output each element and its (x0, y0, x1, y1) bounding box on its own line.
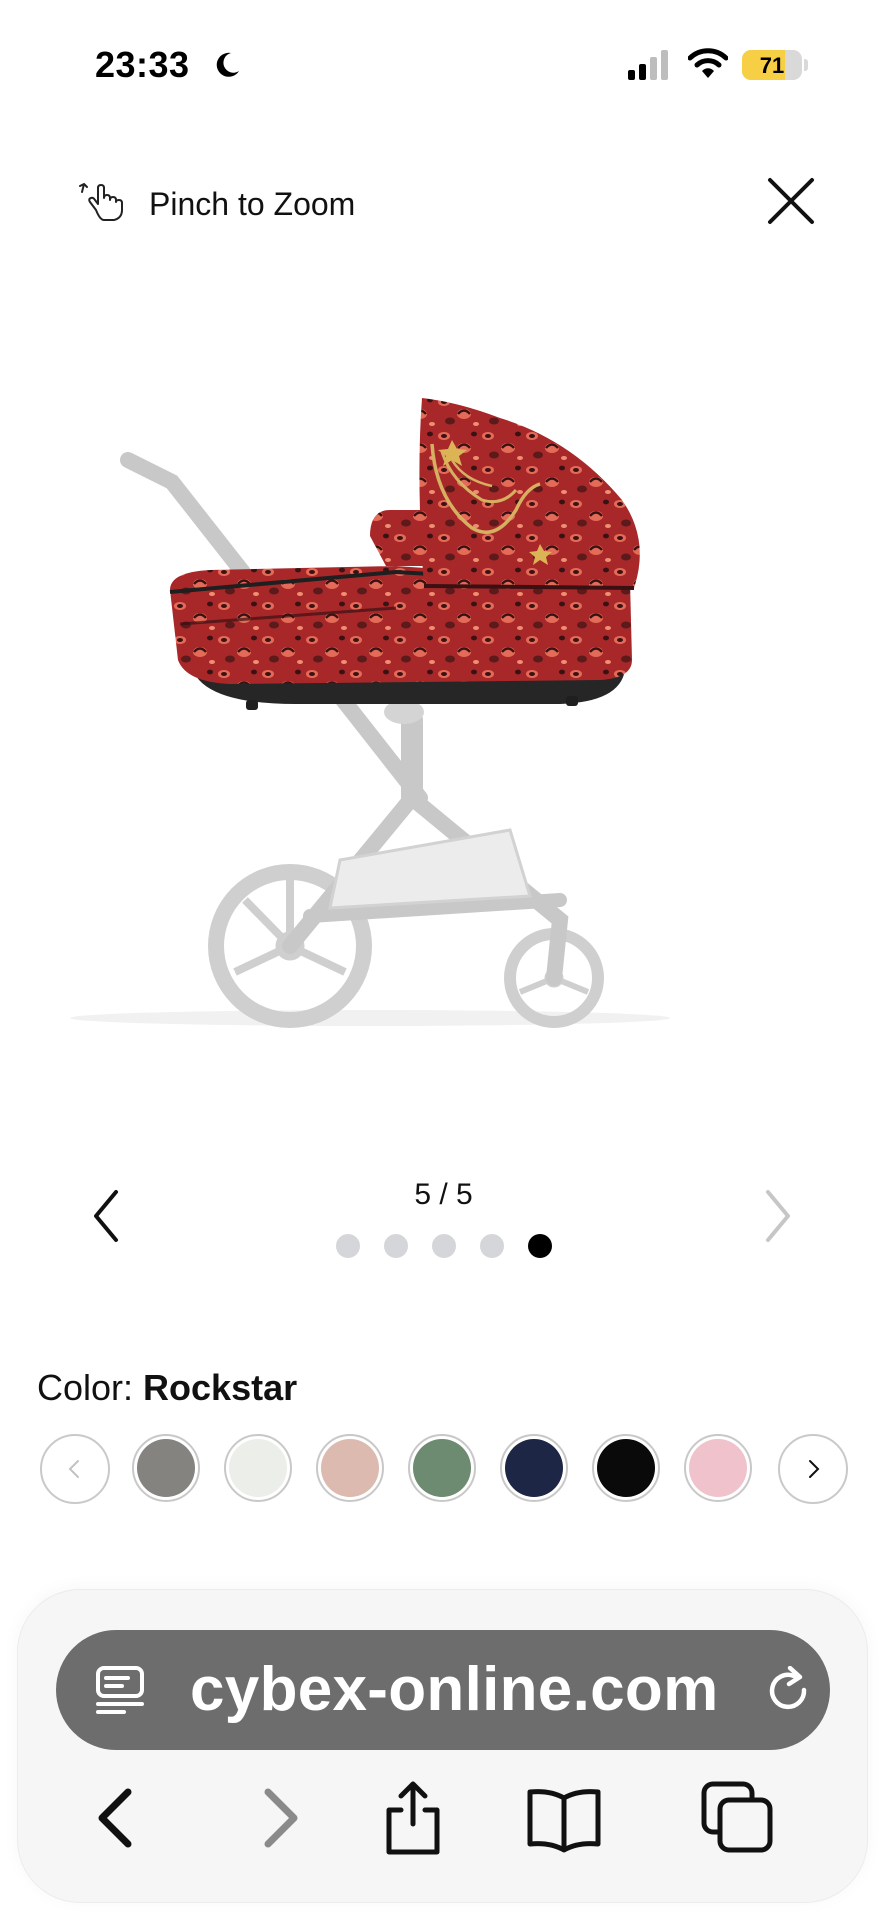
reader-mode-icon[interactable] (94, 1664, 146, 1716)
battery-indicator: 71 (742, 50, 802, 80)
selected-color-name: Rockstar (143, 1367, 298, 1408)
close-icon[interactable] (766, 176, 816, 226)
forward-icon[interactable] (240, 1778, 320, 1858)
swatch-fill (137, 1439, 195, 1497)
image-page-counter: 5 / 5 (414, 1178, 473, 1211)
share-icon[interactable] (373, 1778, 453, 1858)
color-swatch-pink-beige[interactable] (316, 1434, 384, 1502)
pinch-to-zoom-hint: Pinch to Zoom (149, 186, 356, 222)
pagination-dot[interactable] (479, 1234, 504, 1258)
back-icon[interactable] (76, 1778, 156, 1858)
chevron-right-icon (809, 1460, 820, 1478)
tabs-icon[interactable] (698, 1778, 778, 1858)
image-pagination-dots (0, 1234, 887, 1258)
reload-icon[interactable] (764, 1666, 814, 1716)
swatch-scroll-left-button[interactable] (40, 1434, 110, 1504)
color-selection-label: Color: Rockstar (37, 1367, 297, 1409)
swatch-scroll-right-button[interactable] (778, 1434, 848, 1504)
color-swatch-black-pattern[interactable] (592, 1434, 660, 1502)
moon-icon (216, 52, 239, 77)
browser-toolbar: cybex-online.com (18, 1590, 867, 1902)
url-text: cybex-online.com (190, 1655, 719, 1724)
product-image-stroller-carrycot[interactable] (40, 360, 730, 1040)
cellular-signal-icon (628, 50, 668, 80)
color-swatch-off-white[interactable] (224, 1434, 292, 1502)
color-swatch-navy[interactable] (500, 1434, 568, 1502)
color-swatch-grey[interactable] (132, 1434, 200, 1502)
swatch-fill (597, 1439, 655, 1497)
bookmarks-icon[interactable] (524, 1778, 604, 1858)
pagination-dot[interactable] (527, 1234, 552, 1258)
color-swatch-pink-floral[interactable] (684, 1434, 752, 1502)
swatch-fill (321, 1439, 379, 1497)
status-bar: 23:33 71 (0, 0, 887, 130)
swatch-fill (689, 1439, 747, 1497)
pinch-hand-icon (79, 183, 123, 221)
swatch-fill (229, 1439, 287, 1497)
color-swatch-green[interactable] (408, 1434, 476, 1502)
wifi-icon (688, 48, 728, 78)
color-swatch-carousel (40, 1434, 870, 1504)
swatch-fill (505, 1439, 563, 1497)
status-time: 23:33 (95, 44, 190, 85)
swatch-fill (413, 1439, 471, 1497)
pagination-dot[interactable] (335, 1234, 360, 1258)
next-image-chevron-right-icon[interactable] (758, 1188, 798, 1244)
battery-percent: 71 (759, 53, 785, 78)
battery-cap (804, 59, 808, 71)
address-bar[interactable]: cybex-online.com (56, 1630, 830, 1750)
pagination-dot[interactable] (383, 1234, 408, 1258)
pagination-dot[interactable] (431, 1234, 456, 1258)
chevron-left-icon (68, 1460, 79, 1478)
color-label: Color: (37, 1367, 134, 1408)
